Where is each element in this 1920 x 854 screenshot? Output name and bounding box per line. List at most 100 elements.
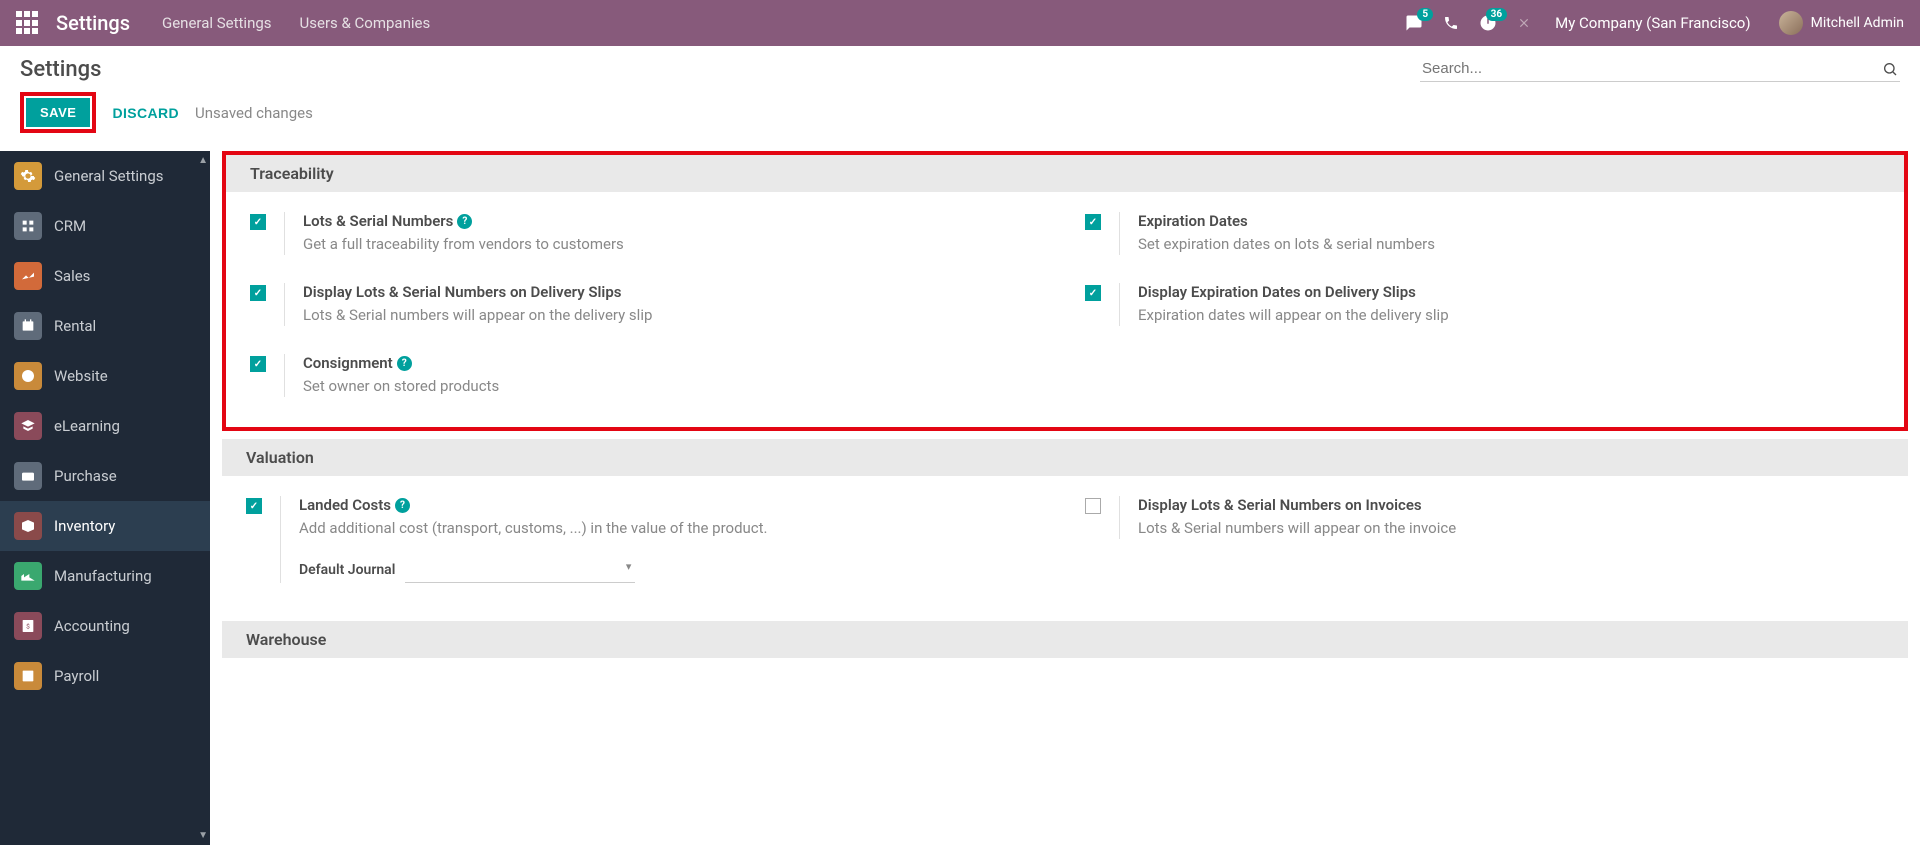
checkbox[interactable]: ✓	[250, 285, 266, 301]
close-icon[interactable]	[1517, 16, 1531, 30]
sidebar-icon	[14, 212, 42, 240]
sidebar-item-label: eLearning	[54, 417, 120, 435]
top-navbar: Settings General Settings Users & Compan…	[0, 0, 1920, 46]
sidebar-item-label: Accounting	[54, 617, 130, 635]
avatar	[1779, 11, 1803, 35]
sidebar-item-purchase[interactable]: Purchase	[0, 451, 210, 501]
nav-users-companies[interactable]: Users & Companies	[300, 14, 431, 32]
option-desc: Set owner on stored products	[303, 376, 499, 397]
settings-sidebar: ▲ ▼ General Settings CRM Sales Rental Websit…	[0, 151, 210, 845]
main-area: ▲ ▼ General Settings CRM Sales Rental Websit…	[0, 151, 1920, 845]
setting-option: ✓ Display Lots & Serial Numbers on Delive…	[250, 283, 1045, 326]
checkbox[interactable]: ✓	[1085, 285, 1101, 301]
setting-option: Display Lots & Serial Numbers on Invoice…	[1085, 496, 1884, 539]
scroll-down-icon[interactable]: ▼	[198, 830, 208, 841]
sidebar-icon	[14, 662, 42, 690]
discard-button[interactable]: DISCARD	[112, 105, 179, 121]
help-icon[interactable]: ?	[395, 498, 410, 513]
brand-title: Settings	[56, 11, 130, 35]
checkbox[interactable]: ✓	[1085, 214, 1101, 230]
setting-option: ✓ Consignment ? Set owner on stored produc…	[250, 354, 1045, 397]
unsaved-label: Unsaved changes	[195, 104, 313, 122]
sidebar-item-label: Website	[54, 367, 108, 385]
section-header-valuation: Valuation	[222, 439, 1908, 476]
checkbox[interactable]: ✓	[246, 498, 262, 514]
section-header-traceability: Traceability	[226, 155, 1904, 192]
sidebar-item-label: CRM	[54, 217, 86, 235]
sidebar-item-inventory[interactable]: Inventory	[0, 501, 210, 551]
sidebar-item-label: Rental	[54, 317, 96, 335]
sidebar-icon	[14, 362, 42, 390]
option-desc: Get a full traceability from vendors to …	[303, 234, 624, 255]
action-row: SAVE DISCARD Unsaved changes	[0, 82, 1920, 151]
sidebar-icon	[14, 562, 42, 590]
sidebar-item-accounting[interactable]: $ Accounting	[0, 601, 210, 651]
sidebar-item-label: General Settings	[54, 167, 164, 185]
section-header-warehouse: Warehouse	[222, 621, 1908, 658]
messages-icon[interactable]: 5	[1405, 14, 1423, 32]
journal-dropdown[interactable]	[405, 557, 635, 583]
sidebar-item-elearning[interactable]: eLearning	[0, 401, 210, 451]
save-button[interactable]: SAVE	[26, 98, 90, 127]
messages-badge: 5	[1417, 8, 1433, 21]
apps-icon[interactable]	[16, 11, 40, 35]
sidebar-item-website[interactable]: Website	[0, 351, 210, 401]
nav-general-settings[interactable]: General Settings	[162, 14, 272, 32]
svg-text:$: $	[26, 623, 30, 631]
sidebar-item-sales[interactable]: Sales	[0, 251, 210, 301]
company-selector[interactable]: My Company (San Francisco)	[1555, 14, 1750, 32]
checkbox[interactable]	[1085, 498, 1101, 514]
sidebar-item-crm[interactable]: CRM	[0, 201, 210, 251]
option-title: Consignment ?	[303, 354, 499, 372]
help-icon[interactable]: ?	[457, 214, 472, 229]
phone-icon[interactable]	[1443, 15, 1459, 31]
option-desc: Lots & Serial numbers will appear on the…	[1138, 518, 1456, 539]
search-icon[interactable]	[1882, 61, 1898, 77]
sidebar-icon	[14, 262, 42, 290]
setting-option: ✓ Lots & Serial Numbers ? Get a full trace…	[250, 212, 1045, 255]
sidebar-icon	[14, 512, 42, 540]
settings-content[interactable]: Traceability ✓ Lots & Serial Numbers ? Get…	[210, 151, 1920, 845]
search-input-wrap[interactable]	[1420, 56, 1900, 82]
section-traceability: Traceability ✓ Lots & Serial Numbers ? Get…	[222, 151, 1908, 431]
sidebar-item-payroll[interactable]: Payroll	[0, 651, 210, 701]
sidebar-icon: $	[14, 612, 42, 640]
option-title: Display Lots & Serial Numbers on Invoice…	[1138, 496, 1456, 514]
option-desc: Expiration dates will appear on the deli…	[1138, 305, 1449, 326]
sidebar-icon	[14, 412, 42, 440]
user-name: Mitchell Admin	[1811, 15, 1904, 31]
setting-option: ✓ Expiration Dates Set expiration dates on…	[1085, 212, 1880, 255]
option-desc: Add additional cost (transport, customs,…	[299, 518, 768, 539]
sidebar-icon	[14, 162, 42, 190]
scroll-up-icon[interactable]: ▲	[198, 155, 208, 166]
sidebar-item-general-settings[interactable]: General Settings	[0, 151, 210, 201]
subheader: Settings	[0, 46, 1920, 82]
option-title: Lots & Serial Numbers ?	[303, 212, 624, 230]
user-menu[interactable]: Mitchell Admin	[1779, 11, 1904, 35]
journal-label: Default Journal	[299, 562, 395, 578]
sidebar-item-label: Inventory	[54, 517, 115, 535]
default-journal-field: Default Journal	[299, 557, 768, 583]
option-desc: Lots & Serial numbers will appear on the…	[303, 305, 652, 326]
page-title: Settings	[20, 57, 101, 82]
checkbox[interactable]: ✓	[250, 214, 266, 230]
sidebar-item-manufacturing[interactable]: Manufacturing	[0, 551, 210, 601]
save-highlight: SAVE	[20, 92, 96, 133]
setting-option: ✓ Display Expiration Dates on Delivery Sl…	[1085, 283, 1880, 326]
sidebar-icon	[14, 462, 42, 490]
activities-badge: 36	[1486, 8, 1507, 21]
option-title: Display Lots & Serial Numbers on Deliver…	[303, 283, 652, 301]
option-title: Expiration Dates	[1138, 212, 1435, 230]
sidebar-item-label: Purchase	[54, 467, 117, 485]
help-icon[interactable]: ?	[397, 356, 412, 371]
sidebar-item-rental[interactable]: Rental	[0, 301, 210, 351]
option-desc: Set expiration dates on lots & serial nu…	[1138, 234, 1435, 255]
checkbox[interactable]: ✓	[250, 356, 266, 372]
option-title: Display Expiration Dates on Delivery Sli…	[1138, 283, 1449, 301]
option-title: Landed Costs ?	[299, 496, 768, 514]
activities-icon[interactable]: 36	[1479, 14, 1497, 32]
search-input[interactable]	[1422, 60, 1882, 77]
sidebar-item-label: Manufacturing	[54, 567, 152, 585]
section-warehouse: Warehouse	[222, 621, 1908, 658]
setting-option: ✓ Landed Costs ? Add additional cost (tran…	[246, 496, 1045, 583]
